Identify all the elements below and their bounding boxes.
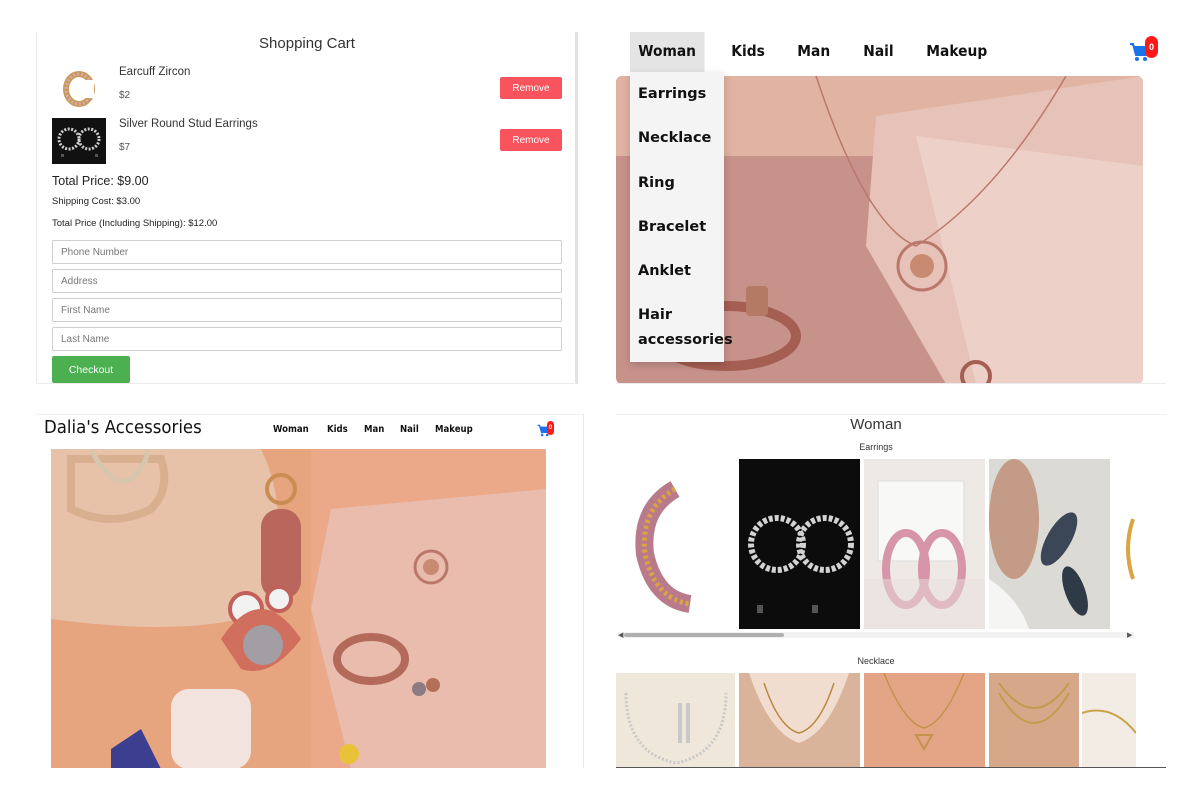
nav-item-woman[interactable]: Woman <box>630 32 705 72</box>
site-logo[interactable]: Dalia's Accessories <box>44 417 202 438</box>
total-price: Total Price: $9.00 <box>52 174 149 188</box>
hero-image <box>51 449 546 768</box>
category-title: Woman <box>850 416 902 433</box>
cart-button[interactable]: 0 <box>537 421 555 439</box>
shipping-cost: Shipping Cost: $3.00 <box>52 196 141 207</box>
woman-dropdown-menu: Earrings Necklace Ring Bracelet Anklet H… <box>630 72 733 362</box>
product-image-necklace-3[interactable] <box>864 673 985 768</box>
checkout-button[interactable]: Checkout <box>52 356 130 383</box>
main-nav: Woman Kids Man Nail Makeup <box>630 32 1014 72</box>
cart-item: Silver Round Stud Earrings $7 Remove <box>52 118 562 166</box>
scrollbar-thumb[interactable] <box>624 633 784 637</box>
nav-item-man[interactable]: Man <box>364 424 384 435</box>
cart-item-name: Earcuff Zircon <box>119 66 191 78</box>
remove-button[interactable]: Remove <box>500 77 562 99</box>
dropdown-item-hair-accessories[interactable]: Hair accessories <box>638 303 733 353</box>
nav-item-kids[interactable]: Kids <box>327 424 348 435</box>
first-name-field[interactable] <box>52 298 562 322</box>
section-title-necklace: Necklace <box>857 656 895 666</box>
cart-item-price: $7 <box>119 142 131 153</box>
scroll-left-arrow-icon[interactable]: ◀ <box>618 631 623 639</box>
silver-round-stud-earrings-image <box>52 118 106 164</box>
nav-dropdown-panel: Woman Kids Man Nail Makeup 0 Earrings Ne… <box>616 32 1166 384</box>
phone-number-field[interactable] <box>52 240 562 264</box>
nav-item-makeup[interactable]: Makeup <box>918 32 995 72</box>
nav-item-kids[interactable]: Kids <box>723 32 773 72</box>
cart-item: Earcuff Zircon $2 Remove <box>52 66 562 114</box>
dropdown-item-bracelet[interactable]: Bracelet <box>638 215 728 240</box>
nav-item-woman[interactable]: Woman <box>273 424 309 435</box>
product-image-partial[interactable] <box>1113 459 1136 629</box>
scroll-right-arrow-icon[interactable]: ▶ <box>1127 631 1132 639</box>
product-image-necklace-1[interactable] <box>616 673 735 768</box>
product-image-leaf-earrings[interactable] <box>989 459 1110 629</box>
main-nav: Woman Kids Man Nail Makeup <box>273 424 491 435</box>
product-image-silver-earrings[interactable] <box>739 459 860 629</box>
nav-item-nail[interactable]: Nail <box>400 424 419 435</box>
total-with-shipping: Total Price (Including Shipping): $12.00 <box>52 218 218 229</box>
dropdown-item-earrings[interactable]: Earrings <box>638 82 728 107</box>
product-image-necklace-4[interactable] <box>989 673 1079 768</box>
cart-item-name: Silver Round Stud Earrings <box>119 118 258 130</box>
earrings-scrollbar[interactable]: ◀ ▶ <box>618 631 1134 639</box>
product-image-pink-hoops[interactable] <box>864 459 985 629</box>
category-panel: Woman Earrings ◀ ▶ Necklace <box>616 414 1166 768</box>
cart-count-badge: 0 <box>547 421 554 435</box>
remove-button[interactable]: Remove <box>500 129 562 151</box>
nav-item-nail[interactable]: Nail <box>855 32 902 72</box>
product-image-earcuff[interactable] <box>620 459 736 629</box>
cart-title: Shopping Cart <box>259 35 355 52</box>
product-image-necklace-5[interactable] <box>1082 673 1136 768</box>
dropdown-item-ring[interactable]: Ring <box>638 171 728 196</box>
address-field[interactable] <box>52 269 562 293</box>
product-image-necklace-2[interactable] <box>739 673 860 768</box>
cart-count-badge: 0 <box>1145 36 1158 58</box>
nav-item-makeup[interactable]: Makeup <box>435 424 473 435</box>
dropdown-item-anklet[interactable]: Anklet <box>638 259 728 284</box>
earcuff-zircon-image <box>52 66 106 112</box>
shopping-cart-panel: Shopping Cart Earcuff Zircon $2 Remove S… <box>36 32 578 384</box>
dropdown-item-necklace[interactable]: Necklace <box>638 126 728 151</box>
cart-item-price: $2 <box>119 90 131 101</box>
last-name-field[interactable] <box>52 327 562 351</box>
cart-button[interactable]: 0 <box>1129 36 1159 64</box>
home-panel: Dalia's Accessories Woman Kids Man Nail … <box>36 414 584 768</box>
nav-item-man[interactable]: Man <box>789 32 838 72</box>
section-title-earrings: Earrings <box>859 442 893 452</box>
